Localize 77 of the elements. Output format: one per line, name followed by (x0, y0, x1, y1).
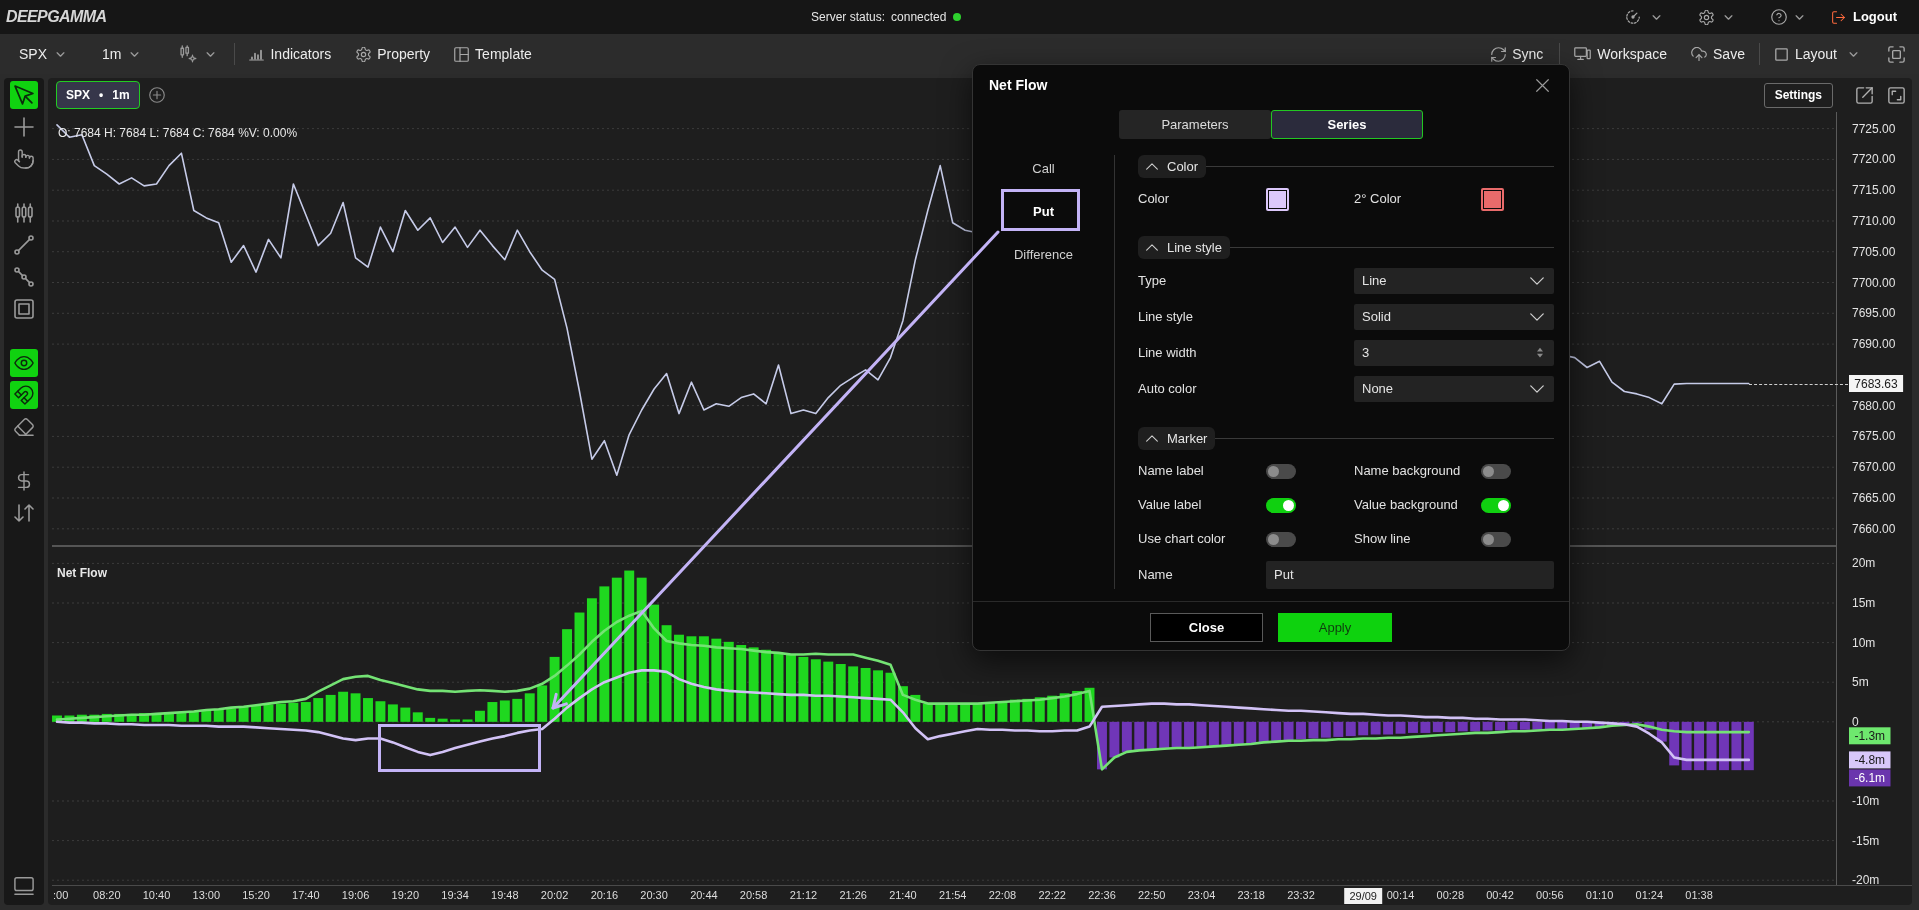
axis-label: 19:06 (341, 889, 370, 901)
status-value: connected (891, 9, 947, 26)
axis-label: 5m (1852, 675, 1869, 690)
axis-label: 7690.00 (1852, 337, 1896, 352)
value-tag: -6.1m (1849, 769, 1891, 787)
field-label: Color (1138, 190, 1171, 209)
axis-label: 7660.00 (1852, 521, 1896, 536)
axis-label: 22:50 (1137, 889, 1166, 901)
field-label: Value label (1138, 496, 1203, 515)
axis-label: 19:34 (441, 889, 469, 901)
chart-title: Net Flow (57, 566, 107, 580)
field-label: Value background (1354, 496, 1459, 515)
axis-label: 08:20 (93, 889, 121, 901)
axis-label: -10m (1852, 794, 1880, 808)
date-label: 29/09 (1344, 888, 1383, 904)
axis-label: 17:40 (292, 889, 320, 901)
axis-label: 22:08 (988, 889, 1017, 901)
axis-label: 7700.00 (1852, 275, 1896, 290)
field-label: Use chart color (1138, 530, 1227, 549)
axis-label: 7695.00 (1852, 306, 1896, 321)
field-label: Line width (1138, 344, 1198, 363)
axis-label: 15:20 (242, 889, 270, 901)
axis-label: 00:28 (1436, 889, 1465, 901)
axis-label: 00:42 (1486, 889, 1514, 901)
axis-label: 20:44 (690, 889, 718, 901)
axis-label: 22:22 (1038, 889, 1066, 901)
dialog-title: Net Flow (989, 75, 1048, 95)
axis-label: 7710.00 (1852, 214, 1896, 228)
axis-label: 7725.00 (1852, 121, 1896, 136)
axis-label: 7715.00 (1852, 183, 1896, 198)
axis-label: 23:18 (1237, 889, 1265, 901)
field-label: Auto color (1138, 380, 1198, 399)
axis-label: 20:02 (540, 889, 569, 901)
logo: DEEPGAMMA (6, 7, 107, 27)
field-label: Name background (1354, 462, 1462, 481)
axis-label: 21:40 (889, 889, 917, 901)
axis-label: 7720.00 (1852, 152, 1896, 167)
field-label: Name (1138, 566, 1174, 585)
axis-label: 19:48 (491, 889, 519, 901)
axis-label: 7705.00 (1852, 244, 1896, 259)
axis-label: 7665.00 (1852, 491, 1896, 505)
axis-label: 00:14 (1386, 889, 1415, 901)
axis-label: 01:24 (1635, 889, 1664, 901)
value-tag: -1.3m (1849, 727, 1891, 745)
axis-label: 23:04 (1187, 889, 1216, 901)
axis-label: 15m (1852, 596, 1876, 610)
field-label: Name label (1138, 462, 1205, 481)
axis-label: 00:56 (1536, 889, 1564, 901)
axis-label: 22:36 (1088, 889, 1116, 901)
field-label: Show line (1354, 530, 1412, 549)
axis-label: 21:12 (789, 889, 818, 901)
axis-label: 01:10 (1585, 889, 1614, 901)
axis-label: 21:54 (938, 889, 967, 901)
axis-label: 20:30 (640, 889, 668, 901)
axis-label: 10:40 (142, 889, 171, 901)
axis-label: 20:58 (739, 889, 768, 901)
field-label: 2° Color (1354, 190, 1403, 209)
axis-label: 13:00 (192, 889, 221, 901)
axis-label: 20:16 (590, 889, 619, 901)
status-label: Server status: (811, 9, 886, 26)
value-tag: -4.8m (1849, 751, 1891, 769)
axis-label: 10m (1852, 635, 1876, 650)
price-tag: 7683.63 (1849, 375, 1904, 392)
axis-label: :00 (53, 889, 69, 901)
axis-label: 7670.00 (1852, 460, 1896, 475)
axis-label: -20m (1852, 873, 1880, 888)
axis-label: 0 (1852, 714, 1859, 729)
field-label: Type (1138, 272, 1168, 291)
axis-label: 23:32 (1287, 889, 1315, 901)
axis-label: 7675.00 (1852, 429, 1896, 444)
axis-label: 21:26 (839, 889, 867, 901)
field-label: Line style (1138, 308, 1194, 327)
axis-label: 20m (1852, 556, 1876, 571)
axis-label: 7680.00 (1852, 398, 1896, 413)
axis-label: 01:38 (1685, 889, 1713, 901)
axis-label: -15m (1852, 833, 1880, 848)
axis-label: 19:20 (391, 889, 420, 901)
